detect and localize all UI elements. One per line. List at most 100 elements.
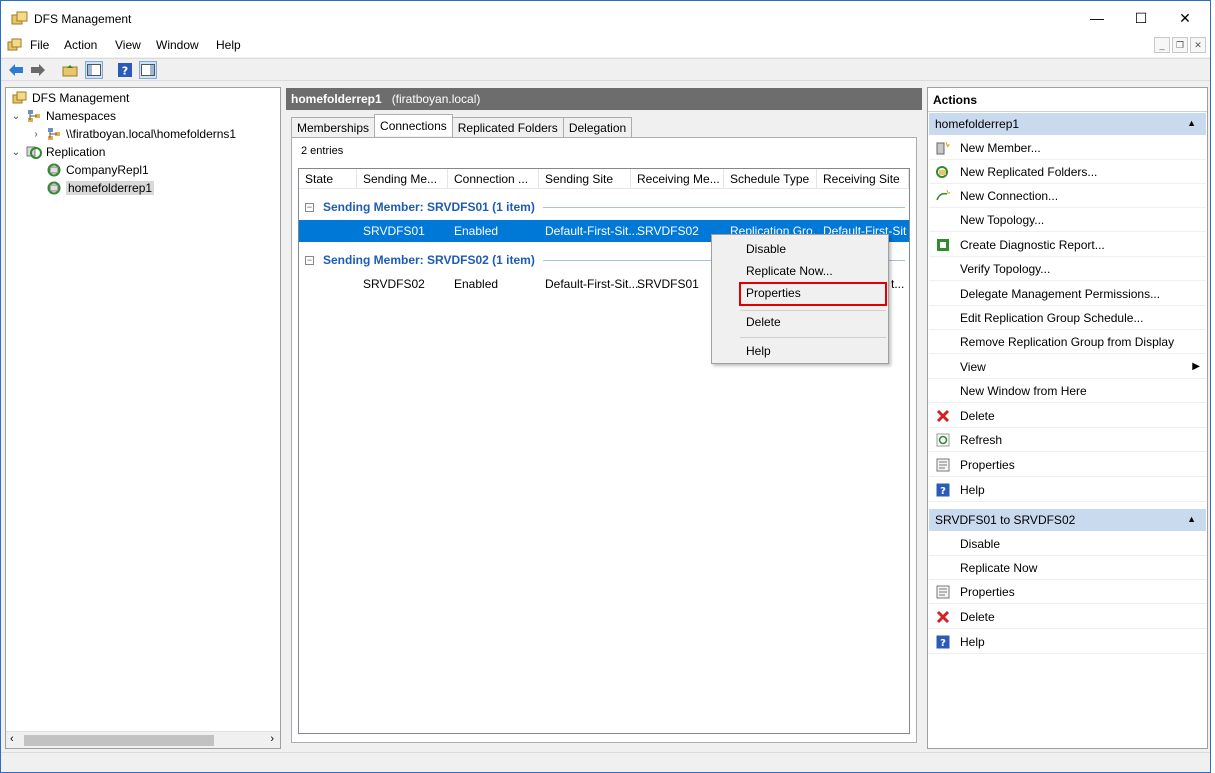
dfs-management-window: DFS Management — ☐ ✕ File Action View Wi… [0,0,1211,773]
menu-help[interactable]: Help [216,38,241,52]
mdi-window-controls: _ ❐ ✕ [1154,37,1206,53]
menu-view[interactable]: View [115,38,141,52]
column-state[interactable]: State [299,169,357,189]
details-pane: homefolderrep1 (firatboyan.local) Member… [284,87,924,749]
actions-section-homefolderrep1[interactable]: homefolderrep1 ▲ [929,113,1206,135]
submenu-arrow-icon: ▶ [1192,361,1200,372]
context-menu: Disable Replicate Now... Properties Dele… [711,234,889,364]
cell-sending-site: Default-First-Sit... [545,224,639,238]
tree-label: DFS Management [32,91,130,105]
context-delete[interactable]: Delete [746,311,781,333]
context-disable[interactable]: Disable [746,238,786,260]
action-connection-delete[interactable]: Delete [929,605,1206,629]
menu-file[interactable]: File [30,38,49,52]
collapse-up-icon[interactable]: ▲ [1187,514,1196,524]
action-help[interactable]: ? Help [929,478,1206,502]
action-delete[interactable]: Delete [929,404,1206,428]
maximize-button[interactable]: ☐ [1118,1,1164,35]
collapse-up-icon[interactable]: ▲ [1187,118,1196,128]
scroll-right-icon[interactable]: › [270,733,274,745]
column-receiving-member[interactable]: Receiving Me... [631,169,724,189]
action-new-connection[interactable]: New Connection... [929,184,1206,208]
tree-node-homefolderrep1[interactable]: homefolderrep1 [42,179,155,197]
tab-replicated-folders[interactable]: Replicated Folders [451,117,564,137]
scroll-left-icon[interactable]: ‹ [10,733,14,745]
replication-group-icon [47,163,61,177]
action-new-member[interactable]: New Member... [929,136,1206,160]
action-new-window-from-here[interactable]: New Window from Here [929,379,1206,403]
tab-strip: Memberships Connections Replicated Folde… [291,114,633,137]
action-create-diagnostic-report[interactable]: Create Diagnostic Report... [929,233,1206,257]
connections-panel: 2 entries State Sending Me... Connection… [291,137,917,743]
help-icon[interactable]: ? [116,61,134,79]
horizontal-scrollbar[interactable]: ‹ › [6,731,280,748]
group-label: Sending Member: SRVDFS01 (1 item) [323,200,535,214]
group-divider [542,206,905,208]
action-remove-replication-group[interactable]: Remove Replication Group from Display [929,330,1206,354]
column-schedule-type[interactable]: Schedule Type [724,169,817,189]
menu-window[interactable]: Window [156,38,199,52]
actions-section-connection[interactable]: SRVDFS01 to SRVDFS02 ▲ [929,509,1206,531]
group-header[interactable]: − Sending Member: SRVDFS01 (1 item) [305,196,905,218]
chevron-down-icon[interactable]: ⌄ [10,147,22,158]
cell-receiving-member: SRVDFS02 [637,224,699,238]
chevron-right-icon[interactable]: › [30,129,42,140]
forward-arrow-icon[interactable] [29,61,47,79]
tab-memberships[interactable]: Memberships [291,117,376,137]
action-connection-properties[interactable]: Properties [929,580,1206,604]
help-icon: ? [935,634,951,650]
action-properties[interactable]: Properties [929,453,1206,477]
dfs-app-icon [11,11,28,25]
action-delegate-management-permissions[interactable]: Delegate Management Permissions... [929,282,1206,306]
properties-icon [935,457,951,473]
delete-x-icon [935,609,951,625]
up-folder-icon[interactable] [61,61,79,79]
action-replicate-now[interactable]: Replicate Now [929,556,1206,580]
tree-node-namespaces[interactable]: ⌄ Namespaces [10,107,116,125]
help-icon: ? [935,482,951,498]
list-header: State Sending Me... Connection ... Sendi… [299,169,909,189]
minimize-button[interactable]: — [1074,1,1120,35]
action-refresh[interactable]: Refresh [929,428,1206,452]
show-hide-action-pane-icon[interactable] [139,61,157,79]
show-hide-console-tree-icon[interactable] [85,61,103,79]
column-receiving-site[interactable]: Receiving Site [817,169,909,189]
scroll-thumb[interactable] [24,735,214,746]
replication-group-name: homefolderrep1 [291,92,382,106]
action-verify-topology[interactable]: Verify Topology... [929,257,1206,281]
tree-node-dfs-management[interactable]: DFS Management [8,89,129,107]
action-connection-help[interactable]: ? Help [929,630,1206,654]
tab-connections[interactable]: Connections [374,114,453,136]
column-sending-member[interactable]: Sending Me... [357,169,448,189]
tree-node-replication[interactable]: ⌄ Replication [10,143,105,161]
refresh-icon [935,432,951,448]
close-button[interactable]: ✕ [1162,1,1208,35]
tree-node-companyrepl1[interactable]: CompanyRepl1 [42,161,149,179]
tree-label: CompanyRepl1 [66,163,149,177]
back-arrow-icon[interactable] [7,61,25,79]
action-edit-replication-group-schedule[interactable]: Edit Replication Group Schedule... [929,306,1206,330]
menu-bar: File Action View Window Help _ ❐ ✕ [1,35,1210,57]
mdi-restore-icon[interactable]: ❐ [1172,37,1188,53]
action-new-replicated-folders[interactable]: New Replicated Folders... [929,160,1206,184]
context-replicate-now[interactable]: Replicate Now... [746,260,833,282]
new-replicated-folders-icon [935,164,951,180]
action-view[interactable]: View ▶ [929,355,1206,379]
cell-sending-member: SRVDFS02 [363,277,425,291]
properties-icon [935,584,951,600]
chevron-down-icon[interactable]: ⌄ [10,111,22,122]
context-help[interactable]: Help [746,340,771,362]
action-new-topology[interactable]: New Topology... [929,208,1206,232]
collapse-icon[interactable]: − [305,255,314,265]
mdi-minimize-icon[interactable]: _ [1154,37,1170,53]
collapse-icon[interactable]: − [305,202,314,212]
mdi-close-icon[interactable]: ✕ [1190,37,1206,53]
column-sending-site[interactable]: Sending Site [539,169,631,189]
dfs-root-icon [12,91,27,104]
tab-delegation[interactable]: Delegation [562,117,633,137]
menu-action[interactable]: Action [64,38,97,52]
action-disable[interactable]: Disable [929,532,1206,556]
tree-node-namespace-item[interactable]: › \\firatboyan.local\homefolderns1 [30,125,236,143]
column-connection[interactable]: Connection ... [448,169,539,189]
cell-receiving-member: SRVDFS01 [637,277,699,291]
